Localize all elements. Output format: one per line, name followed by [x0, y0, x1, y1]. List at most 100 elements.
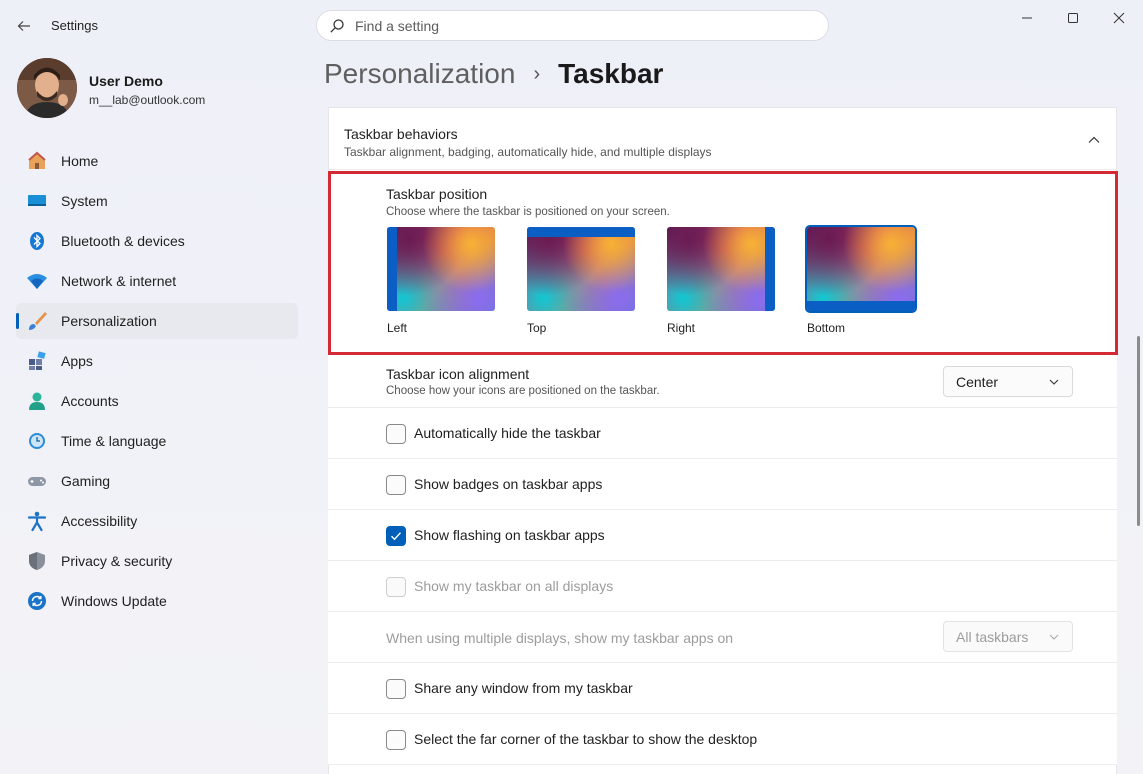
minimize-icon	[1022, 17, 1032, 19]
all-displays-setting: Show my taskbar on all displays	[328, 561, 1117, 612]
sidebar-item-label: Apps	[61, 353, 93, 369]
checkbox-label: Select the far corner of the taskbar to …	[414, 731, 758, 747]
taskbar-alignment-setting: Taskbar icon alignment Choose how your i…	[328, 355, 1117, 408]
minimize-button[interactable]	[1004, 6, 1050, 30]
avatar[interactable]	[17, 58, 77, 118]
search-input[interactable]	[355, 17, 795, 34]
sidebar-item-label: Windows Update	[61, 593, 167, 609]
back-button[interactable]	[10, 12, 38, 40]
breadcrumb: Personalization › Taskbar	[324, 58, 663, 90]
flashing-setting[interactable]: Show flashing on taskbar apps	[328, 510, 1117, 561]
dropdown-value: All taskbars	[956, 628, 1029, 645]
position-option-bottom[interactable]: Bottom	[805, 225, 917, 337]
clock-icon	[26, 430, 48, 452]
multi-display-setting: When using multiple displays, show my ta…	[328, 612, 1117, 663]
breadcrumb-parent[interactable]: Personalization	[324, 58, 515, 90]
sidebar-item-network[interactable]: Network & internet	[16, 263, 298, 299]
multi-display-label: When using multiple displays, show my ta…	[386, 630, 734, 646]
share-window-checkbox[interactable]	[386, 679, 406, 699]
accessibility-icon	[26, 510, 48, 532]
search-icon	[330, 18, 344, 33]
alignment-dropdown[interactable]: Center	[943, 366, 1073, 397]
sidebar-item-home[interactable]: Home	[16, 143, 298, 179]
maximize-button[interactable]	[1050, 6, 1096, 30]
scrollbar-thumb[interactable]	[1137, 336, 1140, 526]
checkbox-label: Share any window from my taskbar	[414, 680, 633, 696]
taskbar-position-setting: Taskbar position Choose where the taskba…	[328, 171, 1118, 355]
position-label: Top	[527, 321, 547, 335]
multi-display-dropdown: All taskbars	[943, 621, 1073, 652]
sidebar-item-label: Accounts	[61, 393, 119, 409]
checkbox-label: Automatically hide the taskbar	[414, 425, 601, 441]
position-option-right[interactable]: Right	[667, 227, 775, 337]
position-option-left[interactable]: Left	[387, 227, 495, 337]
checkbox-label: Show flashing on taskbar apps	[414, 527, 605, 543]
taskbar-position-title: Taskbar position	[386, 186, 488, 202]
sidebar-item-privacy[interactable]: Privacy & security	[16, 543, 298, 579]
sidebar-item-bluetooth[interactable]: Bluetooth & devices	[16, 223, 298, 259]
far-corner-setting[interactable]: Select the far corner of the taskbar to …	[328, 714, 1117, 765]
sidebar-item-label: Bluetooth & devices	[61, 233, 185, 249]
position-label: Bottom	[807, 321, 846, 335]
home-icon	[26, 150, 48, 172]
sidebar-item-label: Accessibility	[61, 513, 138, 529]
user-email: m__lab@outlook.com	[89, 93, 206, 107]
position-option-top[interactable]: Top	[527, 227, 635, 337]
bluetooth-icon	[26, 230, 48, 252]
section-subtitle: Taskbar alignment, badging, automaticall…	[344, 145, 712, 159]
flashing-checkbox[interactable]	[386, 526, 406, 546]
sidebar-item-personalization[interactable]: Personalization	[16, 303, 298, 339]
sidebar-item-label: Personalization	[61, 313, 157, 329]
close-button[interactable]	[1096, 6, 1142, 30]
far-corner-checkbox[interactable]	[386, 730, 406, 750]
user-avatar-icon	[17, 58, 77, 118]
chevron-down-icon	[1049, 379, 1059, 385]
alignment-title: Taskbar icon alignment	[386, 366, 530, 382]
sidebar-item-label: Network & internet	[61, 273, 177, 289]
sidebar-nav: Home System Bluetooth & devices Network …	[16, 143, 298, 623]
position-label: Right	[667, 321, 696, 335]
app-title: Settings	[51, 18, 98, 33]
sidebar-item-gaming[interactable]: Gaming	[16, 463, 298, 499]
breadcrumb-separator: ›	[533, 62, 541, 85]
dropdown-value: Center	[956, 373, 999, 390]
user-name: User Demo	[89, 73, 163, 89]
all-displays-checkbox	[386, 577, 406, 597]
wallpaper-thumbnail	[387, 227, 495, 311]
alignment-subtitle: Choose how your icons are positioned on …	[386, 385, 660, 397]
sidebar-item-accounts[interactable]: Accounts	[16, 383, 298, 419]
accounts-icon	[26, 390, 48, 412]
sidebar-item-label: System	[61, 193, 108, 209]
settings-window: Settings User Demo m__lab@outlook.com Ho…	[0, 0, 1143, 774]
taskbar-position-subtitle: Choose where the taskbar is positioned o…	[386, 206, 670, 218]
sidebar-item-windows-update[interactable]: Windows Update	[16, 583, 298, 619]
search-box[interactable]	[316, 10, 829, 41]
system-icon	[26, 190, 48, 212]
sidebar-item-apps[interactable]: Apps	[16, 343, 298, 379]
taskbar-behaviors-header[interactable]: Taskbar behaviors Taskbar alignment, bad…	[329, 108, 1116, 170]
sidebar-item-label: Home	[61, 153, 99, 169]
badges-setting[interactable]: Show badges on taskbar apps	[328, 459, 1117, 510]
wallpaper-thumbnail	[805, 225, 917, 313]
gamepad-icon	[26, 470, 48, 492]
auto-hide-setting[interactable]: Automatically hide the taskbar	[328, 408, 1117, 459]
badges-checkbox[interactable]	[386, 475, 406, 495]
chevron-down-icon	[1049, 634, 1059, 640]
checkbox-label: Show my taskbar on all displays	[414, 578, 614, 594]
chevron-up-icon[interactable]	[1086, 132, 1102, 148]
shield-icon	[26, 550, 48, 572]
update-icon	[26, 590, 48, 612]
back-arrow-icon	[17, 21, 30, 31]
maximize-icon	[1068, 13, 1078, 23]
sidebar-item-time-language[interactable]: Time & language	[16, 423, 298, 459]
apps-icon	[26, 350, 48, 372]
sidebar-item-accessibility[interactable]: Accessibility	[16, 503, 298, 539]
wallpaper-thumbnail	[667, 227, 775, 311]
wallpaper-thumbnail	[527, 227, 635, 311]
checkmark-icon	[391, 532, 402, 541]
sidebar-item-system[interactable]: System	[16, 183, 298, 219]
position-label: Left	[387, 321, 408, 335]
auto-hide-checkbox[interactable]	[386, 424, 406, 444]
share-window-setting[interactable]: Share any window from my taskbar	[328, 663, 1117, 714]
wifi-icon	[26, 270, 48, 292]
